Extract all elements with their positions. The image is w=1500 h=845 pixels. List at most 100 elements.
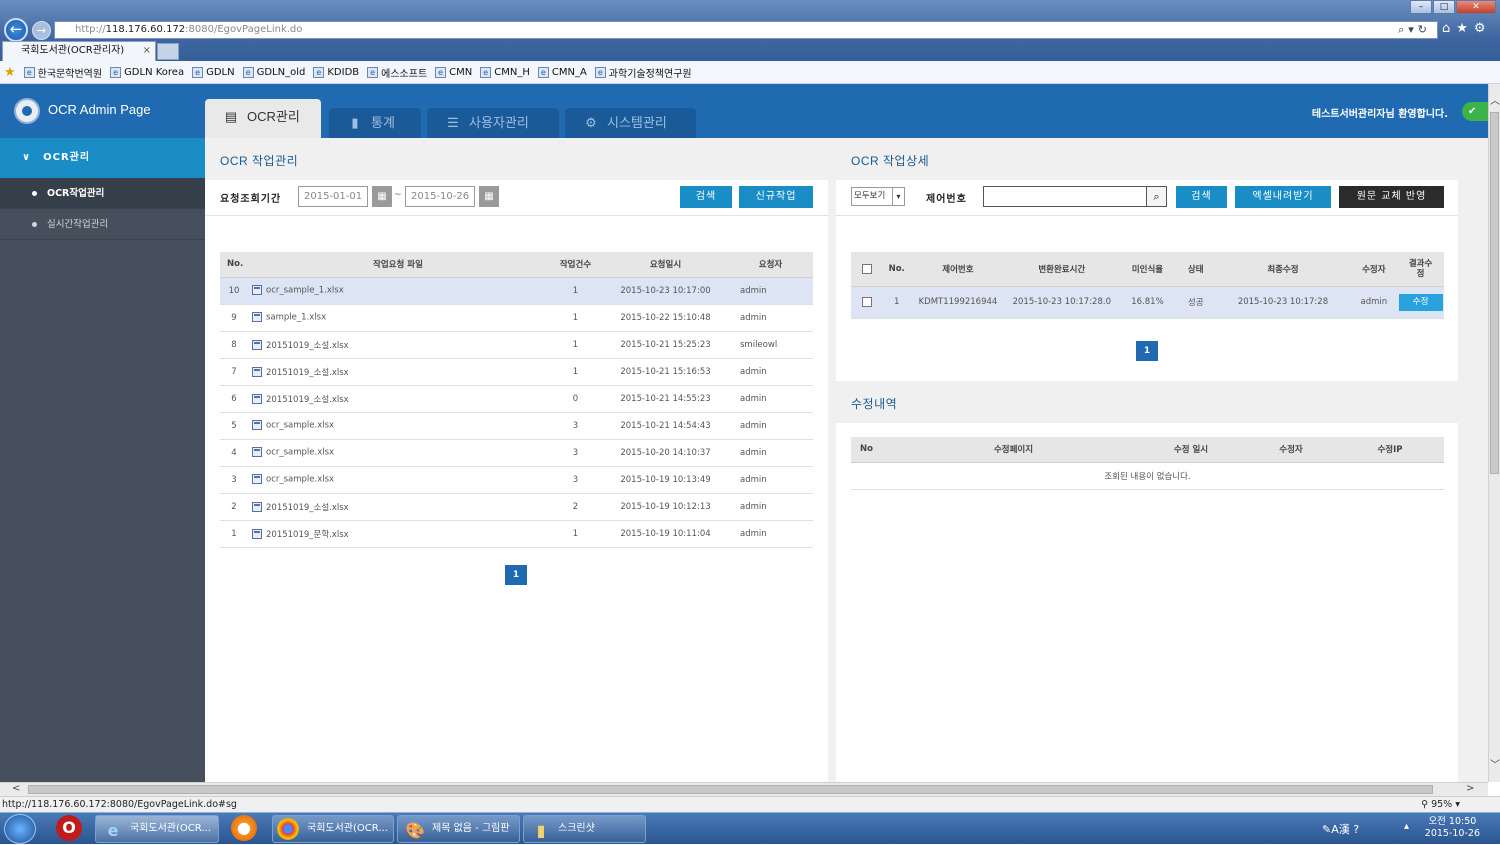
scroll-right-icon[interactable]: >	[1466, 783, 1474, 794]
new-job-button[interactable]: 신규작업	[739, 186, 813, 208]
table-row[interactable]: 5 ocr_sample.xlsx 3 2015-10-21 14:54:43 …	[220, 412, 813, 440]
scroll-left-icon[interactable]: <	[12, 783, 20, 794]
tab-system-management[interactable]: ⚙ 시스템관리	[565, 108, 696, 138]
row-file[interactable]: ocr_sample.xlsx	[248, 439, 548, 467]
table-row[interactable]: 1 20151019_문학.xlsx 1 2015-10-19 10:11:04…	[220, 520, 813, 548]
favorite-link[interactable]: e KDIDB	[313, 66, 359, 78]
forward-button[interactable]: →	[32, 21, 51, 40]
filter-select[interactable]: 모두보기 ▾	[851, 187, 905, 206]
control-number-input[interactable]	[983, 186, 1147, 207]
calendar-icon[interactable]: ▦	[372, 186, 392, 207]
detail-search-button[interactable]: 검색	[1176, 186, 1227, 208]
horizontal-scrollbar[interactable]: < >	[0, 782, 1488, 796]
tray-expand-icon[interactable]: ▴	[1404, 821, 1409, 832]
row-file[interactable]: ocr_sample.xlsx	[248, 466, 548, 494]
row-file[interactable]: 20151019_소설.xlsx	[248, 358, 548, 386]
minimize-button[interactable]: –	[1410, 0, 1432, 14]
date-from-input[interactable]: 2015-01-01	[298, 186, 368, 207]
row-file[interactable]: 20151019_소설.xlsx	[248, 331, 548, 359]
new-tab-button[interactable]	[157, 43, 179, 60]
scroll-up-icon[interactable]: ︿	[1490, 92, 1500, 107]
table-row[interactable]: 1 KDMT1199216944 2015-10-23 10:17:28.0 1…	[851, 286, 1444, 319]
select-all-checkbox-cell[interactable]	[851, 252, 883, 287]
row-checkbox[interactable]	[861, 296, 872, 307]
tab-statistics[interactable]: ▮ 통계	[329, 108, 421, 138]
scroll-down-icon[interactable]: ﹀	[1490, 756, 1500, 771]
detail-page-1-button[interactable]: 1	[1136, 341, 1158, 361]
favorite-link[interactable]: e 한국문학번역원	[23, 65, 102, 80]
row-file[interactable]: ocr_sample_1.xlsx	[248, 277, 548, 305]
ie-icon: e	[107, 821, 119, 840]
address-bar-icons[interactable]: ⌕▾↻	[1398, 22, 1431, 38]
date-to-input[interactable]: 2015-10-26	[405, 186, 475, 207]
favorites-star-icon[interactable]: ★	[4, 65, 16, 80]
sidebar-item-ocr-jobs[interactable]: OCR작업관리	[0, 178, 205, 209]
row-file[interactable]: 20151019_소설.xlsx	[248, 493, 548, 521]
file-icon	[252, 502, 262, 512]
table-row[interactable]: 10 ocr_sample_1.xlsx 1 2015-10-23 10:17:…	[220, 277, 813, 305]
table-row[interactable]: 6 20151019_소설.xlsx 0 2015-10-21 14:55:23…	[220, 385, 813, 413]
zoom-level[interactable]: ⚲ 95% ▾	[1421, 797, 1460, 812]
table-row[interactable]: 2 20151019_소설.xlsx 2 2015-10-19 10:12:13…	[220, 493, 813, 521]
column-header: 요청자	[728, 252, 813, 278]
close-window-button[interactable]: ✕	[1456, 0, 1496, 14]
edit-result-button[interactable]: 수정	[1398, 293, 1443, 311]
tab-user-management[interactable]: ☰ 사용자관리	[427, 108, 559, 138]
select-all-checkbox[interactable]	[861, 263, 872, 274]
calendar-icon[interactable]: ▦	[479, 186, 499, 207]
row-file[interactable]: sample_1.xlsx	[248, 304, 548, 332]
address-bar[interactable]: http://118.176.60.172:8080/EgovPageLink.…	[54, 21, 1438, 39]
page-1-button[interactable]: 1	[505, 565, 527, 585]
browser-chrome: – □ ✕ ← → http://118.176.60.172:8080/Ego…	[0, 0, 1500, 84]
tab-close-icon[interactable]: ×	[143, 42, 151, 60]
opera-icon[interactable]: O	[56, 815, 82, 841]
vertical-scroll-thumb[interactable]	[1490, 112, 1499, 474]
sidebar-item-realtime-jobs[interactable]: 실시간작업관리	[0, 209, 205, 240]
table-row[interactable]: 8 20151019_소설.xlsx 1 2015-10-21 15:25:23…	[220, 331, 813, 359]
taskbar-item-folder[interactable]: ▮ 스크린샷	[523, 815, 646, 843]
favorite-link[interactable]: e GDLN_old	[242, 66, 305, 78]
table-row[interactable]: 7 20151019_소설.xlsx 1 2015-10-21 15:16:53…	[220, 358, 813, 386]
table-row[interactable]: 3 ocr_sample.xlsx 3 2015-10-19 10:13:49 …	[220, 466, 813, 494]
sidebar-header[interactable]: ∨ OCR관리	[0, 138, 205, 178]
taskbar-item-paint[interactable]: 🎨 제목 없음 - 그림판	[397, 815, 520, 843]
apply-replacement-button[interactable]: 원문 교체 반영	[1339, 186, 1444, 208]
file-icon	[252, 420, 262, 431]
clock[interactable]: 오전 10:50 2015-10-26	[1425, 816, 1480, 840]
ie-page-icon: e	[594, 66, 606, 78]
favorite-link[interactable]: e GDLN	[192, 66, 235, 78]
browser-toolbar-icons[interactable]: ⌂★⚙	[1442, 21, 1492, 36]
row-file[interactable]: 20151019_문학.xlsx	[248, 520, 548, 548]
browser-tab-active[interactable]: 국회도서관(OCR관리자) ×	[2, 41, 156, 61]
row-file[interactable]: ocr_sample.xlsx	[248, 412, 548, 440]
favorite-link[interactable]: e GDLN Korea	[110, 66, 184, 78]
row-date: 2015-10-19 10:12:13	[603, 493, 728, 521]
favorite-link[interactable]: e 에스소프트	[367, 65, 427, 80]
row-checkbox-cell[interactable]	[851, 286, 883, 319]
table-header-row: No 수정페이지 수정 일시 수정자 수정IP	[851, 437, 1444, 463]
history-panel: 수정내역 No 수정페이지 수정 일시 수정자 수정IP 조회된 내용이 없습니…	[836, 381, 1458, 782]
start-button[interactable]	[4, 814, 36, 844]
row-date: 2015-10-23 10:17:00	[603, 277, 728, 305]
taskbar-item-chrome[interactable]: 국회도서관(OCR...	[272, 815, 394, 843]
row-no: 9	[220, 304, 248, 332]
maximize-button[interactable]: □	[1433, 0, 1455, 14]
search-icon[interactable]: ⌕	[1147, 186, 1167, 207]
search-button[interactable]: 검색	[680, 186, 732, 208]
horizontal-scroll-thumb[interactable]	[28, 785, 1433, 794]
table-row[interactable]: 4 ocr_sample.xlsx 3 2015-10-20 14:10:37 …	[220, 439, 813, 467]
check-icon[interactable]: ✔	[1462, 102, 1488, 121]
favorite-link[interactable]: e CMN_H	[480, 66, 530, 78]
excel-download-button[interactable]: 엑셀내려받기	[1235, 186, 1331, 208]
favorite-link[interactable]: e 과학기술정책연구원	[594, 65, 692, 80]
firefox-icon[interactable]: ●	[231, 815, 257, 841]
row-file[interactable]: 20151019_소설.xlsx	[248, 385, 548, 413]
favorite-link[interactable]: e CMN_A	[537, 66, 587, 78]
table-row[interactable]: 9 sample_1.xlsx 1 2015-10-22 15:10:48 ad…	[220, 304, 813, 332]
ime-icon[interactable]: ✎A漢 ?	[1322, 821, 1359, 837]
vertical-scrollbar[interactable]: ︿ ﹀	[1488, 84, 1500, 782]
tab-ocr-management[interactable]: ▤ OCR관리	[205, 99, 321, 138]
back-button[interactable]: ←	[4, 18, 28, 42]
favorite-link[interactable]: e CMN	[435, 66, 472, 78]
taskbar-item-ie[interactable]: e 국회도서관(OCR...	[95, 815, 219, 843]
